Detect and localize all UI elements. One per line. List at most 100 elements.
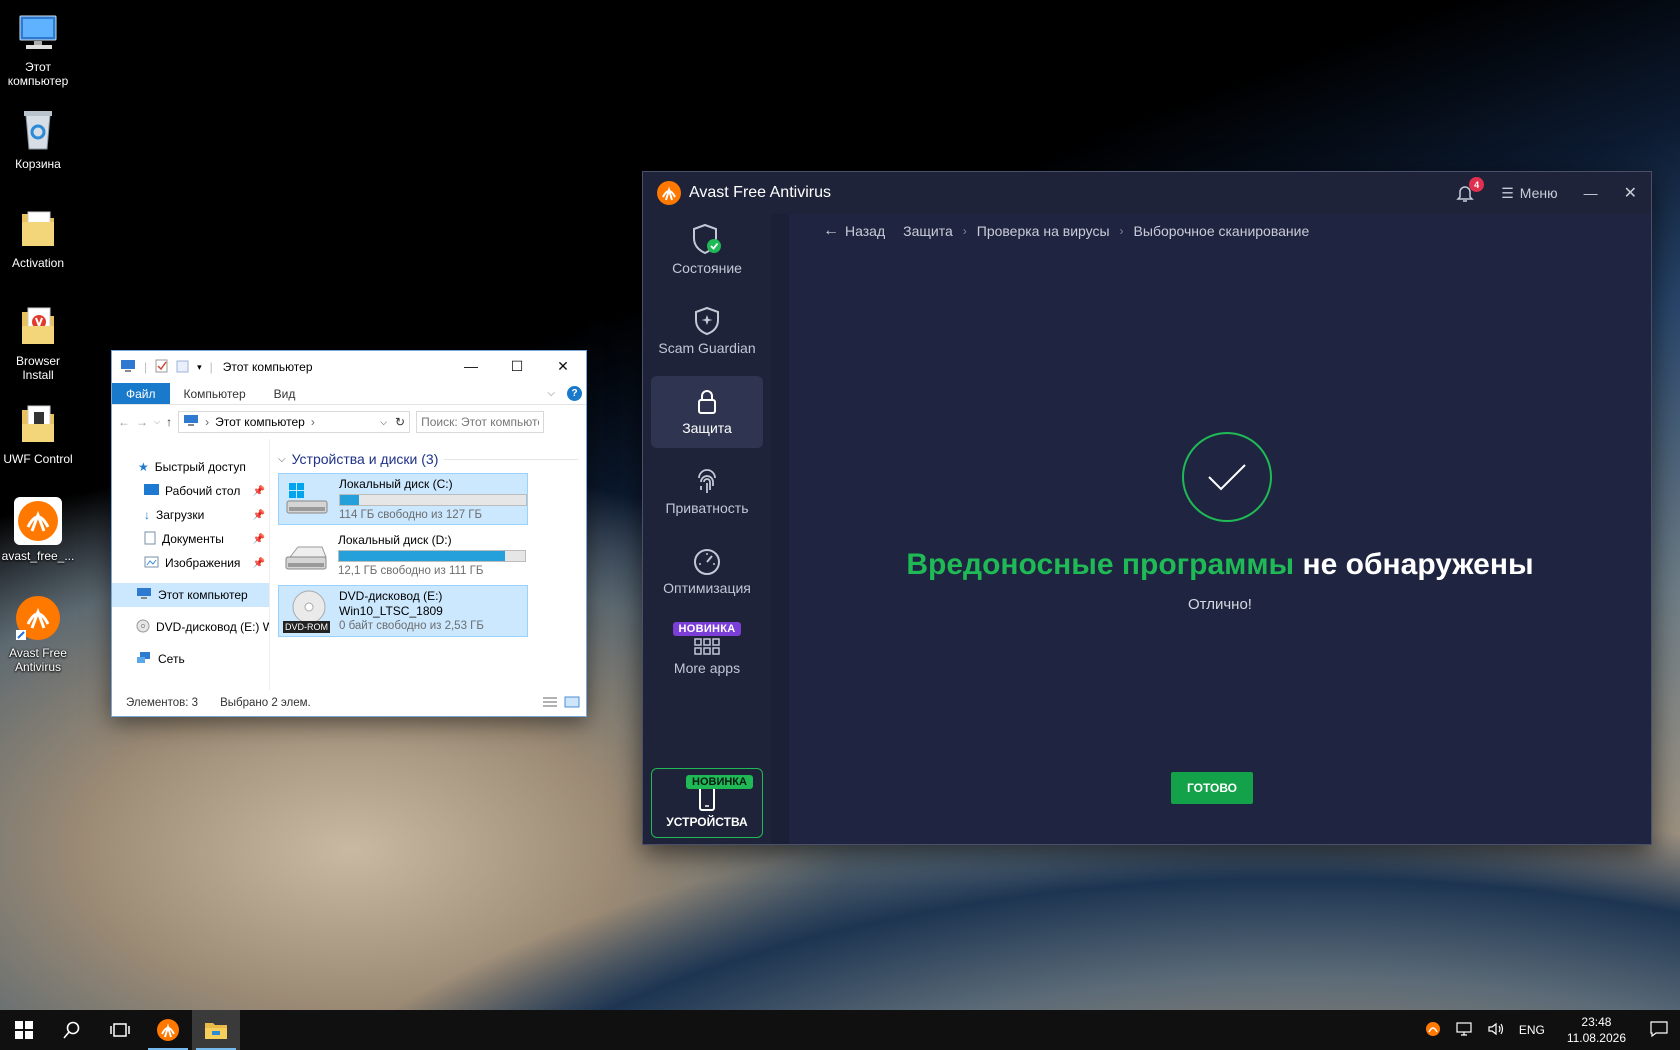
drive-name: Локальный диск (D:)	[338, 532, 452, 547]
desktop-icon-avast-shortcut[interactable]: Avast Free Antivirus	[0, 594, 76, 674]
nav-pictures[interactable]: Изображения 📌	[112, 551, 269, 575]
sidebar-item-status[interactable]: Состояние	[651, 216, 763, 288]
back-button[interactable]: ← Назад	[823, 222, 885, 240]
devices-button[interactable]: НОВИНКА УСТРОЙСТВА	[651, 768, 763, 838]
sidebar-item-privacy[interactable]: Приватность	[651, 456, 763, 528]
nav-dvd-drive[interactable]: DVD-дисковод (E:) W	[112, 615, 269, 639]
drive-e[interactable]: DVD-ROM DVD-дисковод (E:) Win10_LTSC_180…	[278, 585, 528, 637]
taskbar-file-explorer[interactable]	[192, 1010, 240, 1050]
sidebar-item-optimization[interactable]: Оптимизация	[651, 536, 763, 608]
search-button[interactable]	[48, 1010, 96, 1050]
expand-ribbon-icon[interactable]: ⌵	[547, 388, 555, 399]
chevron-right-icon: ›	[962, 224, 967, 238]
volume-icon[interactable]	[1487, 1022, 1505, 1039]
drive-d[interactable]: Локальный диск (D:) 12,1 ГБ свободно из …	[278, 529, 528, 581]
minimize-button[interactable]: —	[448, 351, 494, 381]
nav-this-pc[interactable]: Этот компьютер	[112, 583, 269, 607]
sidebar-item-scam-guardian[interactable]: Scam Guardian	[651, 296, 763, 368]
tab-file[interactable]: Файл	[112, 383, 170, 404]
notifications-button[interactable]: 4	[1455, 177, 1485, 203]
scam-guardian-icon	[695, 306, 719, 336]
done-button[interactable]: ГОТОВО	[1171, 772, 1253, 804]
clock-date: 11.08.2026	[1566, 1031, 1626, 1045]
address-segment[interactable]: Этот компьютер	[215, 415, 305, 429]
scan-result-subtitle: Отлично!	[1188, 596, 1252, 613]
properties-icon[interactable]	[155, 359, 168, 376]
desktop-icon-avast-installer[interactable]: avast_free_...	[0, 497, 76, 563]
action-center-icon[interactable]	[1650, 1020, 1668, 1040]
navigation-pane: ★ Быстрый доступ Рабочий стол 📌 ↓ Загруз…	[112, 439, 270, 690]
up-icon[interactable]: ↑	[166, 415, 172, 429]
language-indicator[interactable]: ENG	[1519, 1023, 1545, 1037]
minimize-button[interactable]: —	[1584, 185, 1598, 201]
nav-downloads[interactable]: ↓ Загрузки 📌	[112, 503, 269, 527]
nav-desktop[interactable]: Рабочий стол 📌	[112, 479, 269, 503]
task-view-button[interactable]	[96, 1010, 144, 1050]
avast-logo-icon	[657, 181, 681, 205]
nav-label: Документы	[162, 532, 224, 546]
sidebar-label: Приватность	[665, 500, 749, 516]
nav-label: Этот компьютер	[158, 588, 248, 602]
avast-tray-icon[interactable]	[1425, 1021, 1441, 1040]
desktop-icon-activation[interactable]: Activation	[0, 204, 76, 270]
desktop-icon-label: Browser Install	[15, 354, 60, 382]
recent-locations-icon[interactable]: ⌵	[154, 417, 160, 427]
pin-icon[interactable]: 📌	[253, 534, 265, 545]
breadcrumb-virus-scan[interactable]: Проверка на вирусы	[977, 223, 1110, 239]
avast-titlebar[interactable]: Avast Free Antivirus 4 ☰ Меню — ✕	[643, 172, 1651, 214]
fingerprint-icon	[698, 469, 716, 493]
avast-installer-icon	[14, 497, 62, 545]
pin-icon[interactable]: 📌	[253, 486, 265, 497]
sidebar-item-protection[interactable]: Защита	[651, 376, 763, 448]
customize-quick-access-icon[interactable]: ▾	[197, 362, 202, 373]
details-view-icon[interactable]	[542, 696, 558, 711]
search-input[interactable]: Поиск: Этот компьютер	[416, 411, 545, 433]
tiles-view-icon[interactable]	[564, 696, 580, 711]
start-button[interactable]	[0, 1010, 48, 1050]
address-dropdown-icon[interactable]: ⌵	[380, 417, 387, 428]
back-icon[interactable]: ←	[118, 415, 130, 429]
desktop-icon-uwf-control[interactable]: UWF Control	[0, 400, 76, 466]
menu-button[interactable]: ☰ Меню	[1501, 185, 1557, 202]
close-button[interactable]: ✕	[1624, 183, 1637, 203]
new-folder-icon[interactable]	[176, 359, 189, 376]
help-icon[interactable]: ?	[567, 386, 582, 401]
nav-network[interactable]: Сеть	[112, 647, 269, 671]
content-pane: ⌵ Устройства и диски (3) Локальный диск …	[270, 439, 586, 690]
explorer-titlebar[interactable]: | ▾ | Этот компьютер — ☐ ✕	[112, 351, 586, 383]
document-icon	[144, 531, 156, 548]
taskbar: ENG 23:48 11.08.2026	[0, 1010, 1680, 1050]
clock[interactable]: 23:48 11.08.2026	[1567, 1014, 1626, 1046]
desktop-icon-this-pc[interactable]: Этот компьютер	[0, 8, 76, 88]
group-header[interactable]: ⌵ Устройства и диски (3)	[278, 451, 578, 467]
desktop-icon-label: Корзина	[15, 157, 61, 171]
forward-icon[interactable]: →	[136, 415, 148, 429]
breadcrumb-protection[interactable]: Защита	[903, 223, 953, 239]
address-bar-row: ← → ⌵ ↑ › Этот компьютер › ⌵ ↻ Поиск: Эт…	[112, 405, 586, 439]
tab-view[interactable]: Вид	[260, 383, 310, 404]
app-title: Avast Free Antivirus	[689, 184, 831, 201]
network-icon[interactable]	[1455, 1021, 1473, 1039]
nav-quick-access[interactable]: ★ Быстрый доступ	[112, 455, 269, 479]
star-icon: ★	[138, 460, 149, 474]
disc-icon	[136, 619, 150, 636]
pin-icon[interactable]: 📌	[253, 558, 265, 569]
drive-c[interactable]: Локальный диск (C:) 114 ГБ свободно из 1…	[278, 473, 528, 525]
taskbar-avast[interactable]	[144, 1010, 192, 1050]
maximize-button[interactable]: ☐	[494, 351, 540, 381]
desktop-icon-recycle-bin[interactable]: Корзина	[0, 105, 76, 171]
pin-icon[interactable]: 📌	[253, 510, 265, 521]
address-bar[interactable]: › Этот компьютер › ⌵ ↻	[178, 411, 411, 433]
refresh-icon[interactable]: ↻	[395, 415, 405, 429]
headline-highlight: Вредоносные программы	[906, 548, 1295, 581]
window-title: Этот компьютер	[222, 360, 313, 374]
sidebar-item-more-apps[interactable]: НОВИНКА More apps	[651, 616, 763, 688]
desktop-icon-browser-install[interactable]: Browser Install	[0, 302, 76, 382]
search-placeholder: Поиск: Этот компьютер	[421, 415, 540, 429]
close-button[interactable]: ✕	[540, 351, 586, 381]
nav-documents[interactable]: Документы 📌	[112, 527, 269, 551]
windows-drive-icon	[283, 477, 331, 521]
computer-icon	[183, 414, 199, 430]
tab-computer[interactable]: Компьютер	[170, 383, 260, 404]
hard-drive-icon	[282, 533, 330, 577]
